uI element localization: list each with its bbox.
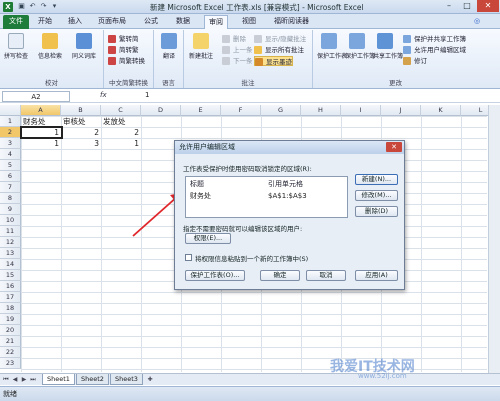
- arrow-line: [132, 195, 179, 237]
- range-title: 财务处: [190, 192, 211, 200]
- ranges-list[interactable]: 标题 引用单元格 财务处 $A$1:$A$3: [185, 176, 348, 218]
- delete-range-button[interactable]: 删除(D): [355, 206, 398, 217]
- column-header-title: 标题: [190, 180, 204, 188]
- cancel-button[interactable]: 取消: [306, 270, 346, 281]
- new-range-button[interactable]: 新建(N)...: [355, 174, 398, 185]
- paste-permissions-label: 将权限信息粘贴到一个新的工作簿中(S): [195, 255, 309, 263]
- dialog-close-button[interactable]: ✕: [386, 142, 402, 152]
- ok-button[interactable]: 确定: [260, 270, 300, 281]
- paste-permissions-checkbox[interactable]: [185, 254, 192, 261]
- protect-sheet-dialog-button[interactable]: 保护工作表(O)...: [185, 270, 245, 281]
- no-password-label: 指定不需要密码就可以编辑该区域的用户:: [183, 225, 303, 233]
- allow-edit-ranges-dialog: 允许用户编辑区域 ✕ 工作表受保护时使用密码取消锁定的区域(R): 标题 引用单…: [174, 140, 405, 290]
- column-header-ref: 引用单元格: [268, 180, 303, 188]
- modify-range-button[interactable]: 修改(M)...: [355, 190, 398, 201]
- permissions-button[interactable]: 权限(E)...: [185, 233, 231, 244]
- dialog-title: 允许用户编辑区域: [175, 141, 404, 154]
- watermark-url: www.52ij.com: [358, 372, 407, 380]
- apply-button[interactable]: 应用(A): [355, 270, 398, 281]
- range-ref: $A$1:$A$3: [268, 192, 307, 200]
- ranges-label: 工作表受保护时使用密码取消锁定的区域(R):: [183, 165, 312, 173]
- range-row[interactable]: 财务处 $A$1:$A$3: [188, 191, 345, 201]
